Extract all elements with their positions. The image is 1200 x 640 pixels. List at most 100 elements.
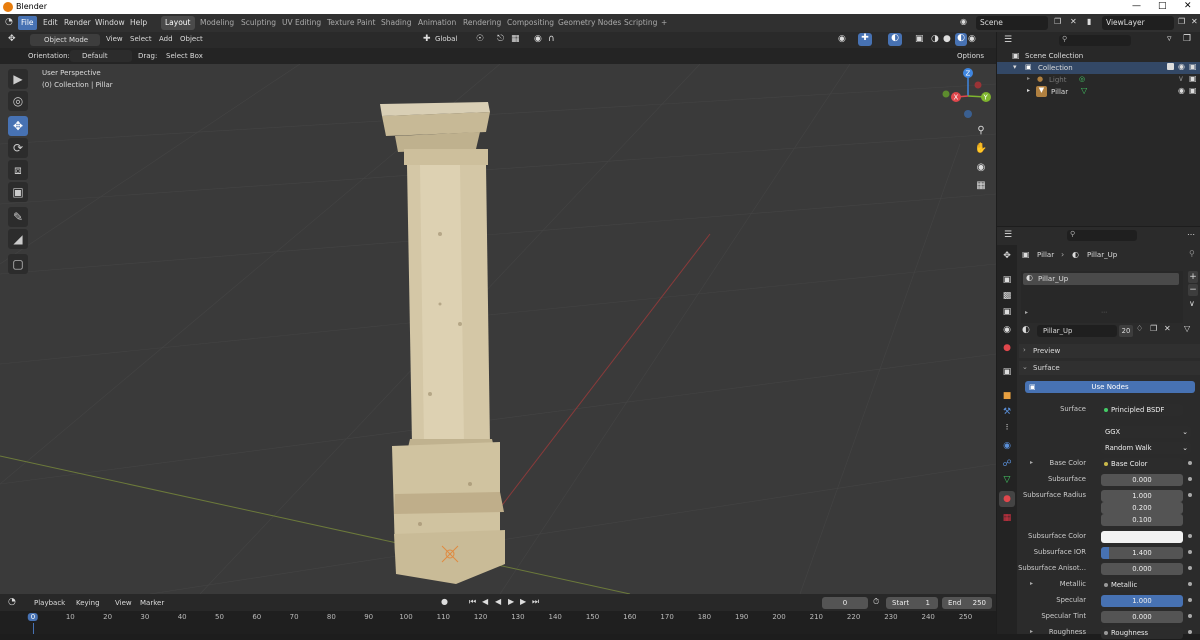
editor-type-icon[interactable]: ✥	[8, 34, 16, 44]
current-frame-field[interactable]: 0	[822, 597, 868, 609]
frame-end-field[interactable]: End 250	[942, 597, 992, 609]
snap-target-icon[interactable]: ▦	[511, 34, 520, 44]
remove-slot-icon[interactable]: −	[1188, 284, 1198, 296]
stopwatch-icon[interactable]: ⏱	[873, 597, 879, 607]
object-mode-dropdown[interactable]: Object Mode	[30, 34, 100, 46]
proportional-edit-icon[interactable]: ◉	[534, 34, 542, 44]
maximize-icon[interactable]: □	[1158, 1, 1167, 11]
delete-view-layer-icon[interactable]: ✕	[1191, 17, 1198, 26]
transform-orientation-icon[interactable]: ✚	[423, 34, 431, 44]
transform-tool-icon[interactable]: ▣	[8, 182, 28, 202]
new-collection-icon[interactable]: ❐	[1183, 34, 1191, 44]
workspace-tab-rendering[interactable]: Rendering	[459, 16, 505, 30]
shading-material-icon[interactable]: ◐	[955, 33, 967, 46]
expand-pillar-icon[interactable]: ▸	[1027, 87, 1030, 94]
timeline-menu-view[interactable]: View	[115, 599, 132, 607]
pillar-camera-icon[interactable]: ▣	[1189, 86, 1197, 95]
subsurface-anisotropy-keyframe-dot[interactable]	[1188, 566, 1192, 570]
workspace-tab-compositing[interactable]: Compositing	[503, 16, 558, 30]
options-dropdown[interactable]: Options	[957, 52, 984, 60]
shading-wireframe-icon[interactable]: ◑	[931, 34, 939, 44]
view-layer-icon[interactable]: ▮	[1087, 17, 1091, 26]
properties-editor-type-icon[interactable]: ☰	[1004, 230, 1012, 240]
menu-window[interactable]: Window	[92, 16, 128, 30]
jump-end-icon[interactable]: ⏭	[532, 597, 539, 607]
timeline-menu-marker[interactable]: Marker	[140, 599, 164, 607]
workspace-tab-texture-paint[interactable]: Texture Paint	[323, 16, 379, 30]
pivot-point-icon[interactable]: ☉	[476, 34, 484, 44]
output-tab-icon[interactable]: ▩	[997, 291, 1017, 301]
specular-field[interactable]: 1.000	[1101, 595, 1183, 607]
add-slot-icon[interactable]: +	[1188, 271, 1198, 283]
select-box-tool-icon[interactable]: ▶	[8, 69, 28, 89]
light-camera-icon[interactable]: ▣	[1189, 74, 1197, 83]
add-cube-tool-icon[interactable]: ▢	[8, 254, 28, 274]
outliner-editor-type-icon[interactable]: ☰	[1004, 35, 1012, 45]
timeline-menu-keying[interactable]: Keying	[76, 599, 100, 607]
orientation-dropdown[interactable]: Default	[70, 50, 132, 62]
pin-icon[interactable]: ⚲	[1189, 249, 1195, 258]
cursor-tool-icon[interactable]: ◎	[8, 91, 28, 111]
shading-rendered-icon[interactable]: ◉	[968, 34, 976, 44]
object-tab-icon[interactable]: ■	[997, 391, 1017, 401]
navigation-gizmo[interactable]: Z Y X	[938, 66, 996, 126]
outliner-row-pillar[interactable]: ▸ ▼ Pillar ▽ ◉ ▣	[997, 86, 1200, 98]
workspace-tab-geometry-nodes[interactable]: Geometry Nodes	[554, 16, 625, 30]
timeline-editor-type-icon[interactable]: ◔	[8, 597, 16, 607]
subsurface-ior-keyframe-dot[interactable]	[1188, 550, 1192, 554]
overlay-toggle-icon[interactable]: ◐	[888, 33, 902, 46]
measure-tool-icon[interactable]: ◢	[8, 229, 28, 249]
render-tab-icon[interactable]: ▣	[997, 275, 1017, 285]
scene-tab-icon[interactable]: ◉	[997, 325, 1017, 335]
duplicate-material-icon[interactable]: ❐	[1150, 324, 1157, 333]
minimize-icon[interactable]: —	[1132, 1, 1141, 11]
view-layer-field[interactable]: ViewLayer	[1102, 16, 1174, 30]
outliner-row-collection[interactable]: ▾ ▣ Collection ◉ ▣	[997, 62, 1200, 74]
subsurface-field[interactable]: 0.000	[1101, 474, 1183, 486]
outliner-scene-collection[interactable]: Scene Collection	[1025, 52, 1083, 60]
material-slot-list[interactable]: ◐ Pillar_Up ▸ ⋯	[1021, 271, 1183, 323]
base-color-keyframe-dot[interactable]	[1188, 461, 1192, 465]
timeline-menu-playback[interactable]: Playback	[34, 599, 65, 607]
menu-file[interactable]: File	[18, 16, 37, 30]
menu-view[interactable]: View	[106, 35, 123, 43]
timeline-ruler[interactable]: 0 10 20 30 40 50 60 70 80 90 100 110 120 130 140 150 160…	[0, 611, 996, 634]
pan-hand-icon[interactable]: ✋	[973, 141, 989, 157]
menu-object[interactable]: Object	[180, 35, 203, 43]
subsurface-method-dropdown[interactable]: Random Walk ⌄	[1101, 442, 1191, 454]
menu-edit[interactable]: Edit	[40, 16, 61, 30]
metallic-expand-icon[interactable]: ▸	[1030, 580, 1033, 587]
collection-tab-icon[interactable]: ▣	[997, 367, 1017, 377]
expand-collection-icon[interactable]: ▾	[1013, 63, 1017, 71]
fake-user-icon[interactable]: ♢	[1136, 324, 1143, 333]
menu-select[interactable]: Select	[130, 35, 152, 43]
view-layer-tab-icon[interactable]: ▣	[997, 307, 1017, 317]
scene-icon[interactable]: ◉	[960, 17, 967, 26]
new-scene-icon[interactable]: ❐	[1054, 17, 1061, 26]
light-hidden-icon[interactable]: ∨	[1178, 74, 1184, 83]
specular-keyframe-dot[interactable]	[1188, 598, 1192, 602]
properties-options-icon[interactable]: ⋯	[1187, 230, 1195, 239]
annotate-tool-icon[interactable]: ✎	[8, 207, 28, 227]
play-reverse-icon[interactable]: ◀	[495, 597, 501, 606]
workspace-tab-animation[interactable]: Animation	[414, 16, 460, 30]
camera-view-icon[interactable]: ◉	[973, 160, 989, 176]
menu-add[interactable]: Add	[159, 35, 173, 43]
roughness-keyframe-dot[interactable]	[1188, 630, 1192, 634]
add-workspace-button[interactable]: +	[657, 16, 671, 30]
subsurface-ior-field[interactable]: 1.400	[1101, 547, 1183, 559]
base-color-expand-icon[interactable]: ▸	[1030, 459, 1033, 466]
3d-viewport[interactable]: User Perspective (0) Collection | Pillar…	[0, 64, 996, 594]
gizmo-toggle-icon[interactable]: ✚	[858, 33, 872, 46]
rotate-tool-icon[interactable]: ⟳	[8, 138, 28, 158]
frame-start-field[interactable]: Start 1	[886, 597, 938, 609]
blender-menu-icon[interactable]: ◔	[5, 17, 13, 27]
workspace-tab-sculpting[interactable]: Sculpting	[237, 16, 280, 30]
menu-render[interactable]: Render	[61, 16, 94, 30]
base-color-link-field[interactable]: Base Color	[1101, 458, 1183, 470]
surface-shader-field[interactable]: Principled BSDF	[1101, 404, 1183, 416]
workspace-tab-layout[interactable]: Layout	[161, 16, 195, 30]
visibility-icon[interactable]: ◉	[838, 34, 846, 44]
play-icon[interactable]: ▶	[508, 597, 514, 606]
workspace-tab-scripting[interactable]: Scripting	[620, 16, 661, 30]
